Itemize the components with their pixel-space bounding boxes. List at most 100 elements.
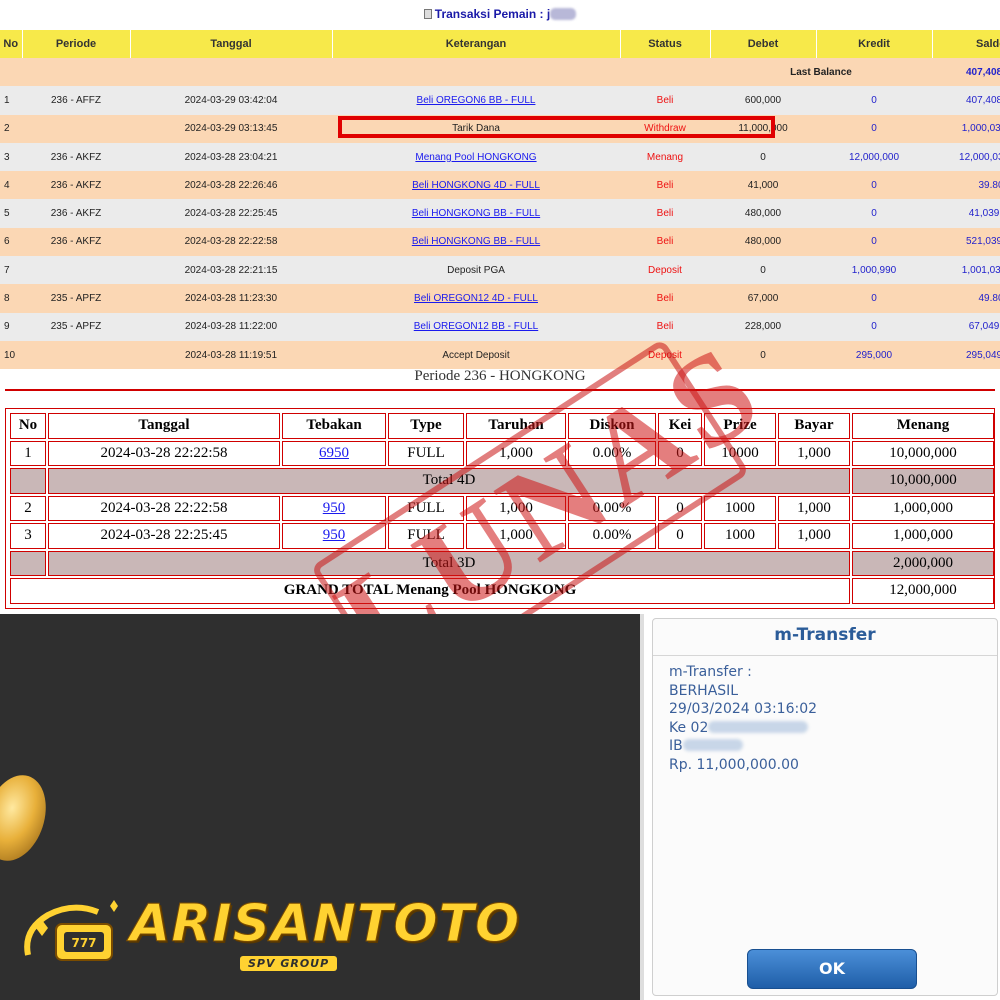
row-kredit: 0 [816,284,932,313]
row-debet: 0 [710,142,816,172]
row-status: Beli [620,86,710,115]
row-debet: 0 [710,340,816,370]
bet-tanggal: 2024-03-28 22:22:58 [48,440,280,466]
total-label: Total 4D [48,468,850,494]
bet-column-header: Tebakan [282,413,386,439]
row-debet: 228,000 [710,312,816,341]
transaction-link[interactable]: Menang Pool HONGKONG [415,152,536,163]
row-kredit: 0 [816,199,932,228]
row-no: 9 [0,312,22,341]
grand-total-value: 12,000,000 [852,578,994,604]
row-keterangan[interactable]: Beli OREGON12 BB - FULL [332,312,620,341]
row-tanggal: 2024-03-28 11:23:30 [130,284,332,313]
row-debet: 41,000 [710,171,816,200]
tebakan-link[interactable]: 6950 [319,445,349,461]
table-row: 3 236 - AKFZ 2024-03-28 23:04:21 Menang Poo… [0,142,1000,172]
transaction-link[interactable]: Beli OREGON12 4D - FULL [414,293,538,304]
row-periode: 236 - AKFZ [22,142,130,172]
bet-column-header: Prize [704,413,776,439]
row-debet: 600,000 [710,86,816,115]
row-keterangan[interactable]: Beli HONGKONG 4D - FULL [332,171,620,200]
row-keterangan: Accept Deposit [332,340,620,370]
row-no: 3 [0,142,22,172]
bet-tebakan[interactable]: 6950 [282,440,386,466]
bet-tanggal: 2024-03-28 22:25:45 [48,523,280,549]
column-header: Keterangan [332,30,621,58]
receipt-body: m-Transfer : BERHASIL 29/03/2024 03:16:0… [669,663,817,774]
red-divider [5,389,995,391]
bet-bayar: 1,000 [778,495,850,521]
row-saldo: 41,039.80 [932,199,1000,228]
masked-username [550,8,577,20]
bet-tebakan[interactable]: 950 [282,495,386,521]
receipt-amount: Rp. 11,000,000.00 [669,756,799,773]
row-kredit: 0 [816,86,932,115]
row-periode: 236 - AFFZ [22,86,130,115]
last-balance-spacer [0,58,710,87]
bet-detail-panel: No Tanggal Tebakan Type Taruhan Diskon Kei Priz… [5,408,995,609]
receipt-name-text: IB [669,738,683,754]
row-keterangan[interactable]: Beli OREGON6 BB - FULL [332,86,620,115]
bet-no: 2 [10,495,46,521]
table-row: 4 236 - AKFZ 2024-03-28 22:26:46 Beli HONGK… [0,171,1000,200]
masked-name [682,739,743,751]
row-kredit: 0 [816,312,932,341]
bet-column-header: Menang [852,413,994,439]
bet-menang: 10,000,000 [852,440,994,466]
transaction-link[interactable]: Beli OREGON12 BB - FULL [414,321,538,332]
grand-total-row: GRAND TOTAL Menang Pool HONGKONG 12,000,0… [10,578,994,604]
row-periode [22,256,130,285]
row-status: Beli [620,199,710,228]
bet-row: 1 2024-03-28 22:22:58 6950 FULL 1,000 0.00% 0 1… [10,440,994,466]
row-status: Menang [620,142,710,172]
column-header: Saldo [932,30,1000,58]
total-3d-row: Total 3D 2,000,000 [10,550,994,576]
row-kredit: 0 [816,114,932,143]
row-periode: 236 - AKFZ [22,199,130,228]
row-status: Beli [620,171,710,200]
row-tanggal: 2024-03-29 03:13:45 [130,114,332,143]
tebakan-link[interactable]: 950 [323,527,346,543]
ok-button[interactable]: OK [747,949,917,989]
document-icon [423,9,432,19]
column-header: Status [620,30,711,58]
row-keterangan[interactable]: Menang Pool HONGKONG [332,142,620,172]
row-periode [22,114,130,143]
row-debet: 480,000 [710,227,816,257]
table-row: 5 236 - AKFZ 2024-03-28 22:25:45 Beli HONGK… [0,199,1000,228]
row-no: 4 [0,171,22,200]
row-keterangan[interactable]: Beli HONGKONG BB - FULL [332,227,620,257]
tebakan-link[interactable]: 950 [323,500,346,516]
row-tanggal: 2024-03-29 03:42:04 [130,86,332,115]
row-keterangan[interactable]: Beli OREGON12 4D - FULL [332,284,620,313]
transaction-link[interactable]: Beli HONGKONG BB - FULL [412,208,540,219]
receipt-divider [653,655,997,656]
total-value: 10,000,000 [852,468,994,494]
svg-text:777: 777 [71,936,96,950]
row-keterangan: Deposit PGA [332,256,620,285]
row-keterangan[interactable]: Beli HONGKONG BB - FULL [332,199,620,228]
transaction-link[interactable]: Beli HONGKONG BB - FULL [412,236,540,247]
row-status: Beli [620,312,710,341]
row-periode: 236 - AKFZ [22,227,130,257]
bet-tebakan[interactable]: 950 [282,523,386,549]
row-tanggal: 2024-03-28 22:22:58 [130,227,332,257]
table-row: 7 2024-03-28 22:21:15 Deposit PGA Deposit 0 1… [0,256,1000,285]
transaction-link[interactable]: Beli OREGON6 BB - FULL [417,95,536,106]
row-saldo: 521,039.80 [932,227,1000,257]
brand-panel: 777 ARISANTOTO SPV GROUP [0,614,640,1000]
row-tanggal: 2024-03-28 11:19:51 [130,340,332,370]
column-header: Kredit [816,30,933,58]
bet-prize: 1000 [704,523,776,549]
bet-column-header: Type [388,413,464,439]
bet-prize: 1000 [704,495,776,521]
row-tanggal: 2024-03-28 11:22:00 [130,312,332,341]
bet-no: 1 [10,440,46,466]
bet-column-header: Tanggal [48,413,280,439]
bet-taruhan: 1,000 [466,523,566,549]
transaction-link[interactable]: Beli HONGKONG 4D - FULL [412,180,540,191]
bet-type: FULL [388,523,464,549]
row-periode: 236 - AKFZ [22,171,130,200]
total-spacer [10,468,46,494]
row-saldo: 12,000,039.80 [932,142,1000,172]
